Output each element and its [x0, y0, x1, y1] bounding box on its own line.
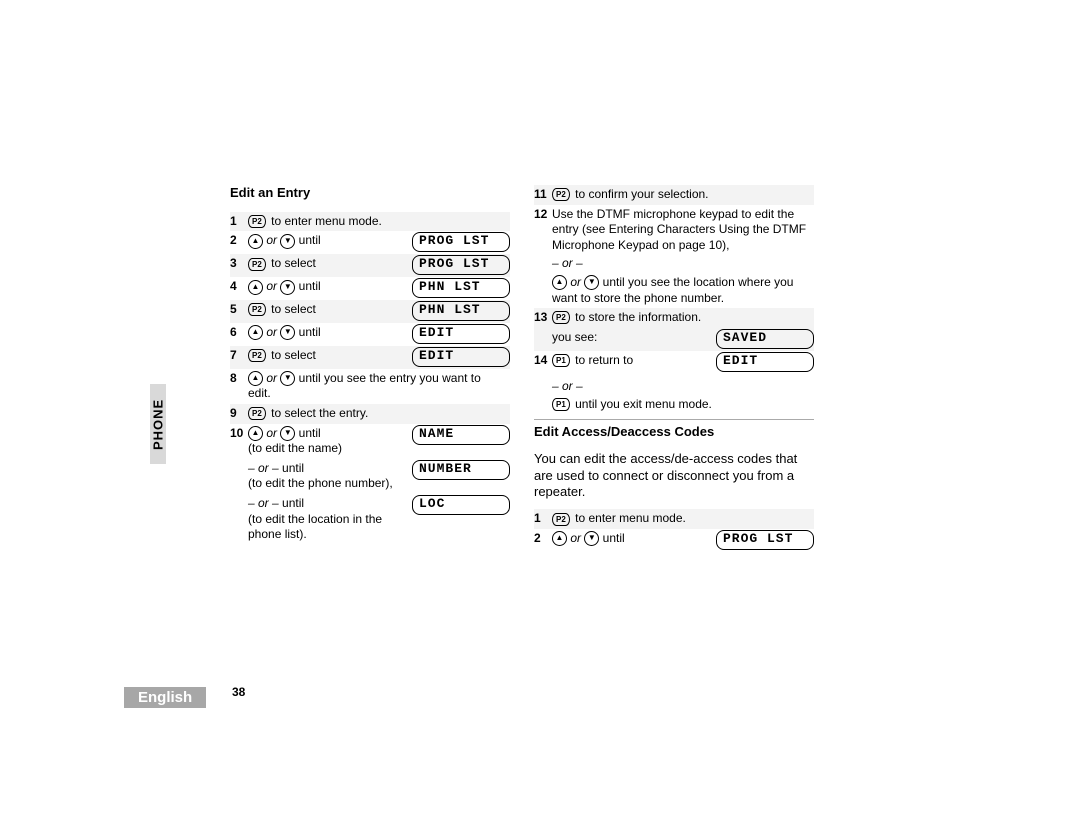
display-edit: EDIT — [412, 324, 510, 344]
side-tab-english: English — [124, 687, 206, 708]
left-column: Edit an Entry 1 P2 to enter menu mode. 2… — [230, 185, 510, 665]
display-prog-lst: PROG LST — [412, 232, 510, 252]
step-9: 9 P2 to select the entry. — [230, 404, 510, 424]
step-4: 4 ▲ or ▼ until PHN LST — [230, 277, 510, 300]
display-name: NAME — [412, 425, 510, 445]
p2-icon: P2 — [248, 303, 266, 316]
step-14: 14 P1 to return to EDIT — [534, 351, 814, 374]
down-icon: ▼ — [280, 234, 295, 249]
p2-icon: P2 — [552, 188, 570, 201]
up-icon: ▲ — [552, 275, 567, 290]
step-1: 1 P2 to enter menu mode. — [230, 212, 510, 232]
p2-icon: P2 — [248, 407, 266, 420]
up-icon: ▲ — [552, 531, 567, 546]
page-number: 38 — [232, 685, 245, 699]
step-2: 2 ▲ or ▼ until PROG LST — [230, 231, 510, 254]
step-5: 5 P2 to select PHN LST — [230, 300, 510, 323]
step-12: 12 Use the DTMF microphone keypad to edi… — [534, 205, 814, 309]
p2-icon: P2 — [248, 215, 266, 228]
step-14b: – or – P1 until you exit menu mode. — [534, 374, 814, 415]
right-column: 11 P2 to confirm your selection. 12 Use … — [534, 185, 814, 665]
step-11: 11 P2 to confirm your selection. — [534, 185, 814, 205]
display-phn-lst: PHN LST — [412, 301, 510, 321]
heading-edit-codes: Edit Access/Deaccess Codes — [534, 424, 814, 441]
step-7: 7 P2 to select EDIT — [230, 346, 510, 369]
p2-icon: P2 — [248, 258, 266, 271]
p1-icon: P1 — [552, 398, 570, 411]
step-8: 8 ▲ or ▼ until you see the entry you wan… — [230, 369, 510, 404]
down-icon: ▼ — [280, 280, 295, 295]
step-3: 3 P2 to select PROG LST — [230, 254, 510, 277]
side-tab-phone: PHONE — [150, 384, 166, 464]
display-prog-lst: PROG LST — [716, 530, 814, 550]
divider — [534, 419, 814, 420]
p2-icon: P2 — [552, 513, 570, 526]
down-icon: ▼ — [280, 371, 295, 386]
display-loc: LOC — [412, 495, 510, 515]
down-icon: ▼ — [584, 531, 599, 546]
heading-edit-entry: Edit an Entry — [230, 185, 510, 202]
p2-icon: P2 — [248, 349, 266, 362]
step-13b: you see: SAVED — [534, 328, 814, 351]
up-icon: ▲ — [248, 280, 263, 295]
step-10a: 10 ▲ or ▼ until (to edit the name) NAME — [230, 424, 510, 459]
codes-step-1: 1 P2 to enter menu mode. — [534, 509, 814, 529]
up-icon: ▲ — [248, 325, 263, 340]
body-text-codes: You can edit the access/de-access codes … — [534, 451, 814, 502]
display-saved: SAVED — [716, 329, 814, 349]
display-number: NUMBER — [412, 460, 510, 480]
p1-icon: P1 — [552, 354, 570, 367]
step-10b: – or – until (to edit the phone number),… — [230, 459, 510, 494]
step-10c: – or – until (to edit the location in th… — [230, 494, 510, 545]
step-6: 6 ▲ or ▼ until EDIT — [230, 323, 510, 346]
down-icon: ▼ — [584, 275, 599, 290]
up-icon: ▲ — [248, 426, 263, 441]
up-icon: ▲ — [248, 371, 263, 386]
codes-step-2: 2 ▲ or ▼ until PROG LST — [534, 529, 814, 552]
up-icon: ▲ — [248, 234, 263, 249]
down-icon: ▼ — [280, 325, 295, 340]
display-phn-lst: PHN LST — [412, 278, 510, 298]
display-edit: EDIT — [412, 347, 510, 367]
p2-icon: P2 — [552, 311, 570, 324]
down-icon: ▼ — [280, 426, 295, 441]
display-edit: EDIT — [716, 352, 814, 372]
step-13: 13 P2 to store the information. — [534, 308, 814, 328]
display-prog-lst: PROG LST — [412, 255, 510, 275]
step-1-text: to enter menu mode. — [268, 214, 382, 228]
